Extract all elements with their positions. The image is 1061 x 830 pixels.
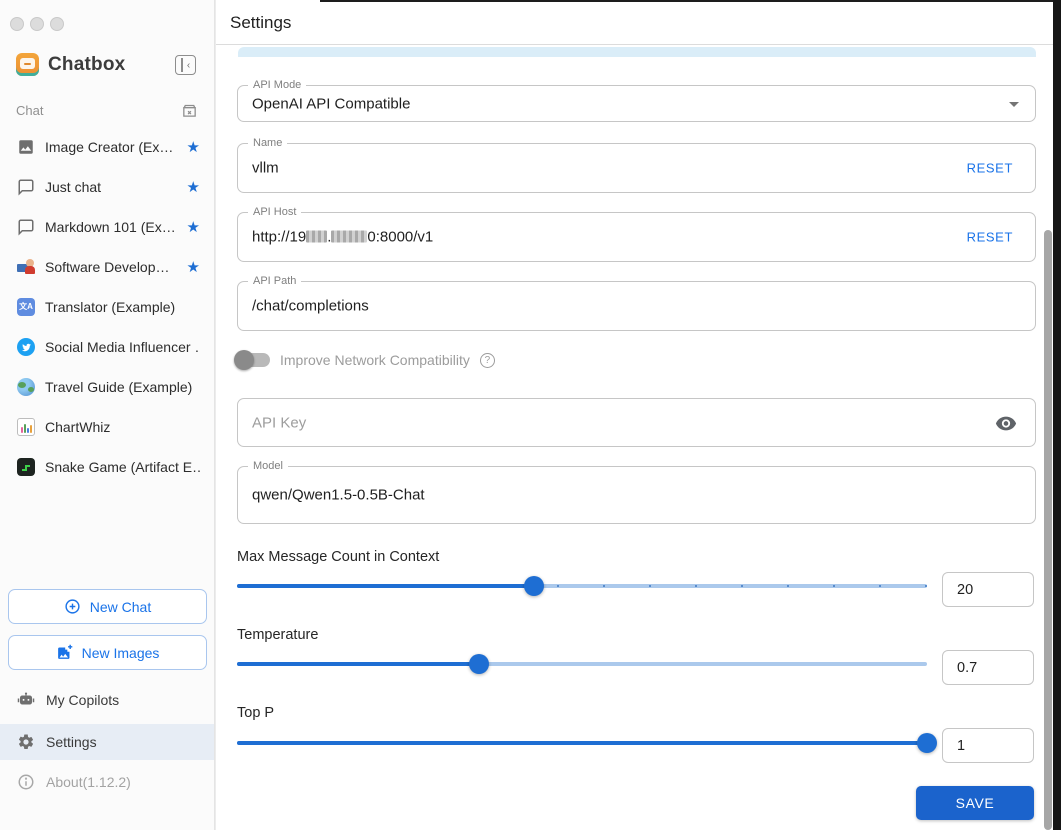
- chevron-down-icon[interactable]: [1009, 101, 1019, 112]
- image-icon: [16, 137, 36, 157]
- network-compatibility-row: Improve Network Compatibility ?: [234, 349, 495, 371]
- star-icon[interactable]: ★: [187, 258, 200, 276]
- slider-thumb[interactable]: [468, 654, 489, 674]
- page-title: Settings: [230, 13, 292, 32]
- chat-item-markdown-101[interactable]: Markdown 101 (Ex… ★: [0, 207, 214, 247]
- window-controls: [10, 17, 64, 31]
- chat-item-social-media[interactable]: Social Media Influencer …: [0, 327, 214, 367]
- window-minimize-button[interactable]: [30, 17, 44, 31]
- screen-edge-artifact: [320, 0, 1053, 2]
- panel-header: Settings: [216, 0, 1061, 45]
- save-button[interactable]: SAVE: [916, 786, 1034, 820]
- chat-bubble-icon: [16, 217, 36, 237]
- chat-section-label: Chat: [16, 103, 44, 118]
- api-host-label: API Host: [248, 206, 302, 219]
- star-icon[interactable]: ★: [187, 178, 200, 196]
- network-compatibility-toggle[interactable]: [234, 350, 270, 370]
- api-mode-value: OpenAI API Compatible: [252, 95, 411, 112]
- sidebar-item-about[interactable]: About(1.12.2): [0, 764, 214, 800]
- slider-thumb[interactable]: [523, 576, 544, 596]
- slider-thumb[interactable]: [917, 733, 937, 753]
- redacted-text: [306, 230, 328, 243]
- vertical-scrollbar[interactable]: [1044, 230, 1052, 830]
- api-path-value[interactable]: /chat/completions: [252, 298, 369, 315]
- model-value[interactable]: qwen/Qwen1.5-0.5B-Chat: [252, 487, 425, 504]
- chat-item-chartwhiz[interactable]: ChartWhiz: [0, 407, 214, 447]
- chat-item-software-developer[interactable]: Software Develop… ★: [0, 247, 214, 287]
- chat-list: Image Creator (Ex… ★ Just chat ★ Markdow…: [0, 127, 214, 487]
- api-mode-label: API Mode: [248, 79, 307, 92]
- snake-game-icon: [16, 457, 36, 477]
- visibility-eye-icon[interactable]: [995, 412, 1017, 434]
- collapse-sidebar-icon[interactable]: ‹: [175, 55, 196, 75]
- scrolled-alert-edge: [238, 47, 1036, 57]
- api-path-field[interactable]: API Path /chat/completions: [237, 275, 1036, 331]
- chat-item-just-chat[interactable]: Just chat ★: [0, 167, 214, 207]
- help-icon[interactable]: ?: [479, 352, 495, 368]
- app-brand: Chatbox: [16, 53, 125, 76]
- window-close-button[interactable]: [10, 17, 24, 31]
- api-host-field[interactable]: API Host http://19. 0:8000/v1 RESET: [237, 206, 1036, 262]
- max-message-count-input[interactable]: 20: [942, 572, 1034, 607]
- chat-item-snake-game[interactable]: Snake Game (Artifact E…: [0, 447, 214, 487]
- window-zoom-button[interactable]: [50, 17, 64, 31]
- chatbox-logo-icon: [16, 53, 39, 76]
- info-icon: [16, 773, 35, 792]
- sidebar-item-settings[interactable]: Settings: [0, 724, 214, 760]
- translator-emoji-icon: 文A: [16, 297, 36, 317]
- plus-circle-icon: [65, 599, 80, 614]
- chart-emoji-icon: [16, 417, 36, 437]
- max-message-count-slider[interactable]: [237, 576, 927, 596]
- top-p-label: Top P: [237, 705, 275, 721]
- add-image-icon: [57, 644, 72, 659]
- top-p-input[interactable]: 1: [942, 728, 1034, 763]
- temperature-slider[interactable]: [237, 654, 927, 674]
- model-label: Model: [248, 460, 288, 473]
- api-key-placeholder[interactable]: API Key: [252, 414, 306, 431]
- clear-conversations-icon[interactable]: [181, 102, 198, 119]
- developer-emoji-icon: [16, 257, 36, 277]
- name-field[interactable]: Name vllm RESET: [237, 137, 1036, 193]
- top-p-slider[interactable]: [237, 733, 937, 753]
- star-icon[interactable]: ★: [187, 138, 200, 156]
- gear-icon: [16, 733, 35, 752]
- sidebar: Chatbox ‹ Chat Image Creator (Ex… ★ Just…: [0, 0, 215, 830]
- max-message-count-label: Max Message Count in Context: [237, 549, 440, 565]
- chat-item-translator[interactable]: 文A Translator (Example): [0, 287, 214, 327]
- name-value[interactable]: vllm: [252, 160, 279, 177]
- new-images-button[interactable]: New Images: [8, 635, 207, 670]
- globe-emoji-icon: [16, 377, 36, 397]
- api-key-field[interactable]: API Key: [237, 398, 1036, 447]
- api-path-label: API Path: [248, 275, 302, 288]
- temperature-label: Temperature: [237, 627, 319, 643]
- star-icon[interactable]: ★: [187, 218, 200, 236]
- robot-icon: [16, 691, 35, 710]
- app-title: Chatbox: [48, 53, 126, 75]
- name-reset-button[interactable]: RESET: [967, 161, 1013, 176]
- model-field[interactable]: Model qwen/Qwen1.5-0.5B-Chat: [237, 460, 1036, 524]
- chat-bubble-icon: [16, 177, 36, 197]
- api-host-value[interactable]: http://19. 0:8000/v1: [252, 229, 433, 246]
- chat-item-image-creator[interactable]: Image Creator (Ex… ★: [0, 127, 214, 167]
- screen-edge-artifact: [1053, 0, 1061, 830]
- api-mode-select[interactable]: API Mode OpenAI API Compatible: [237, 79, 1036, 122]
- network-compatibility-label: Improve Network Compatibility: [280, 352, 470, 368]
- twitter-bird-icon: [16, 337, 36, 357]
- settings-panel: Settings API Mode OpenAI API Compatible …: [215, 0, 1061, 830]
- new-chat-button[interactable]: New Chat: [8, 589, 207, 624]
- temperature-input[interactable]: 0.7: [942, 650, 1034, 685]
- sidebar-item-my-copilots[interactable]: My Copilots: [0, 682, 214, 718]
- chat-item-travel-guide[interactable]: Travel Guide (Example): [0, 367, 214, 407]
- api-host-reset-button[interactable]: RESET: [967, 230, 1013, 245]
- redacted-text: [331, 230, 368, 243]
- name-label: Name: [248, 137, 288, 150]
